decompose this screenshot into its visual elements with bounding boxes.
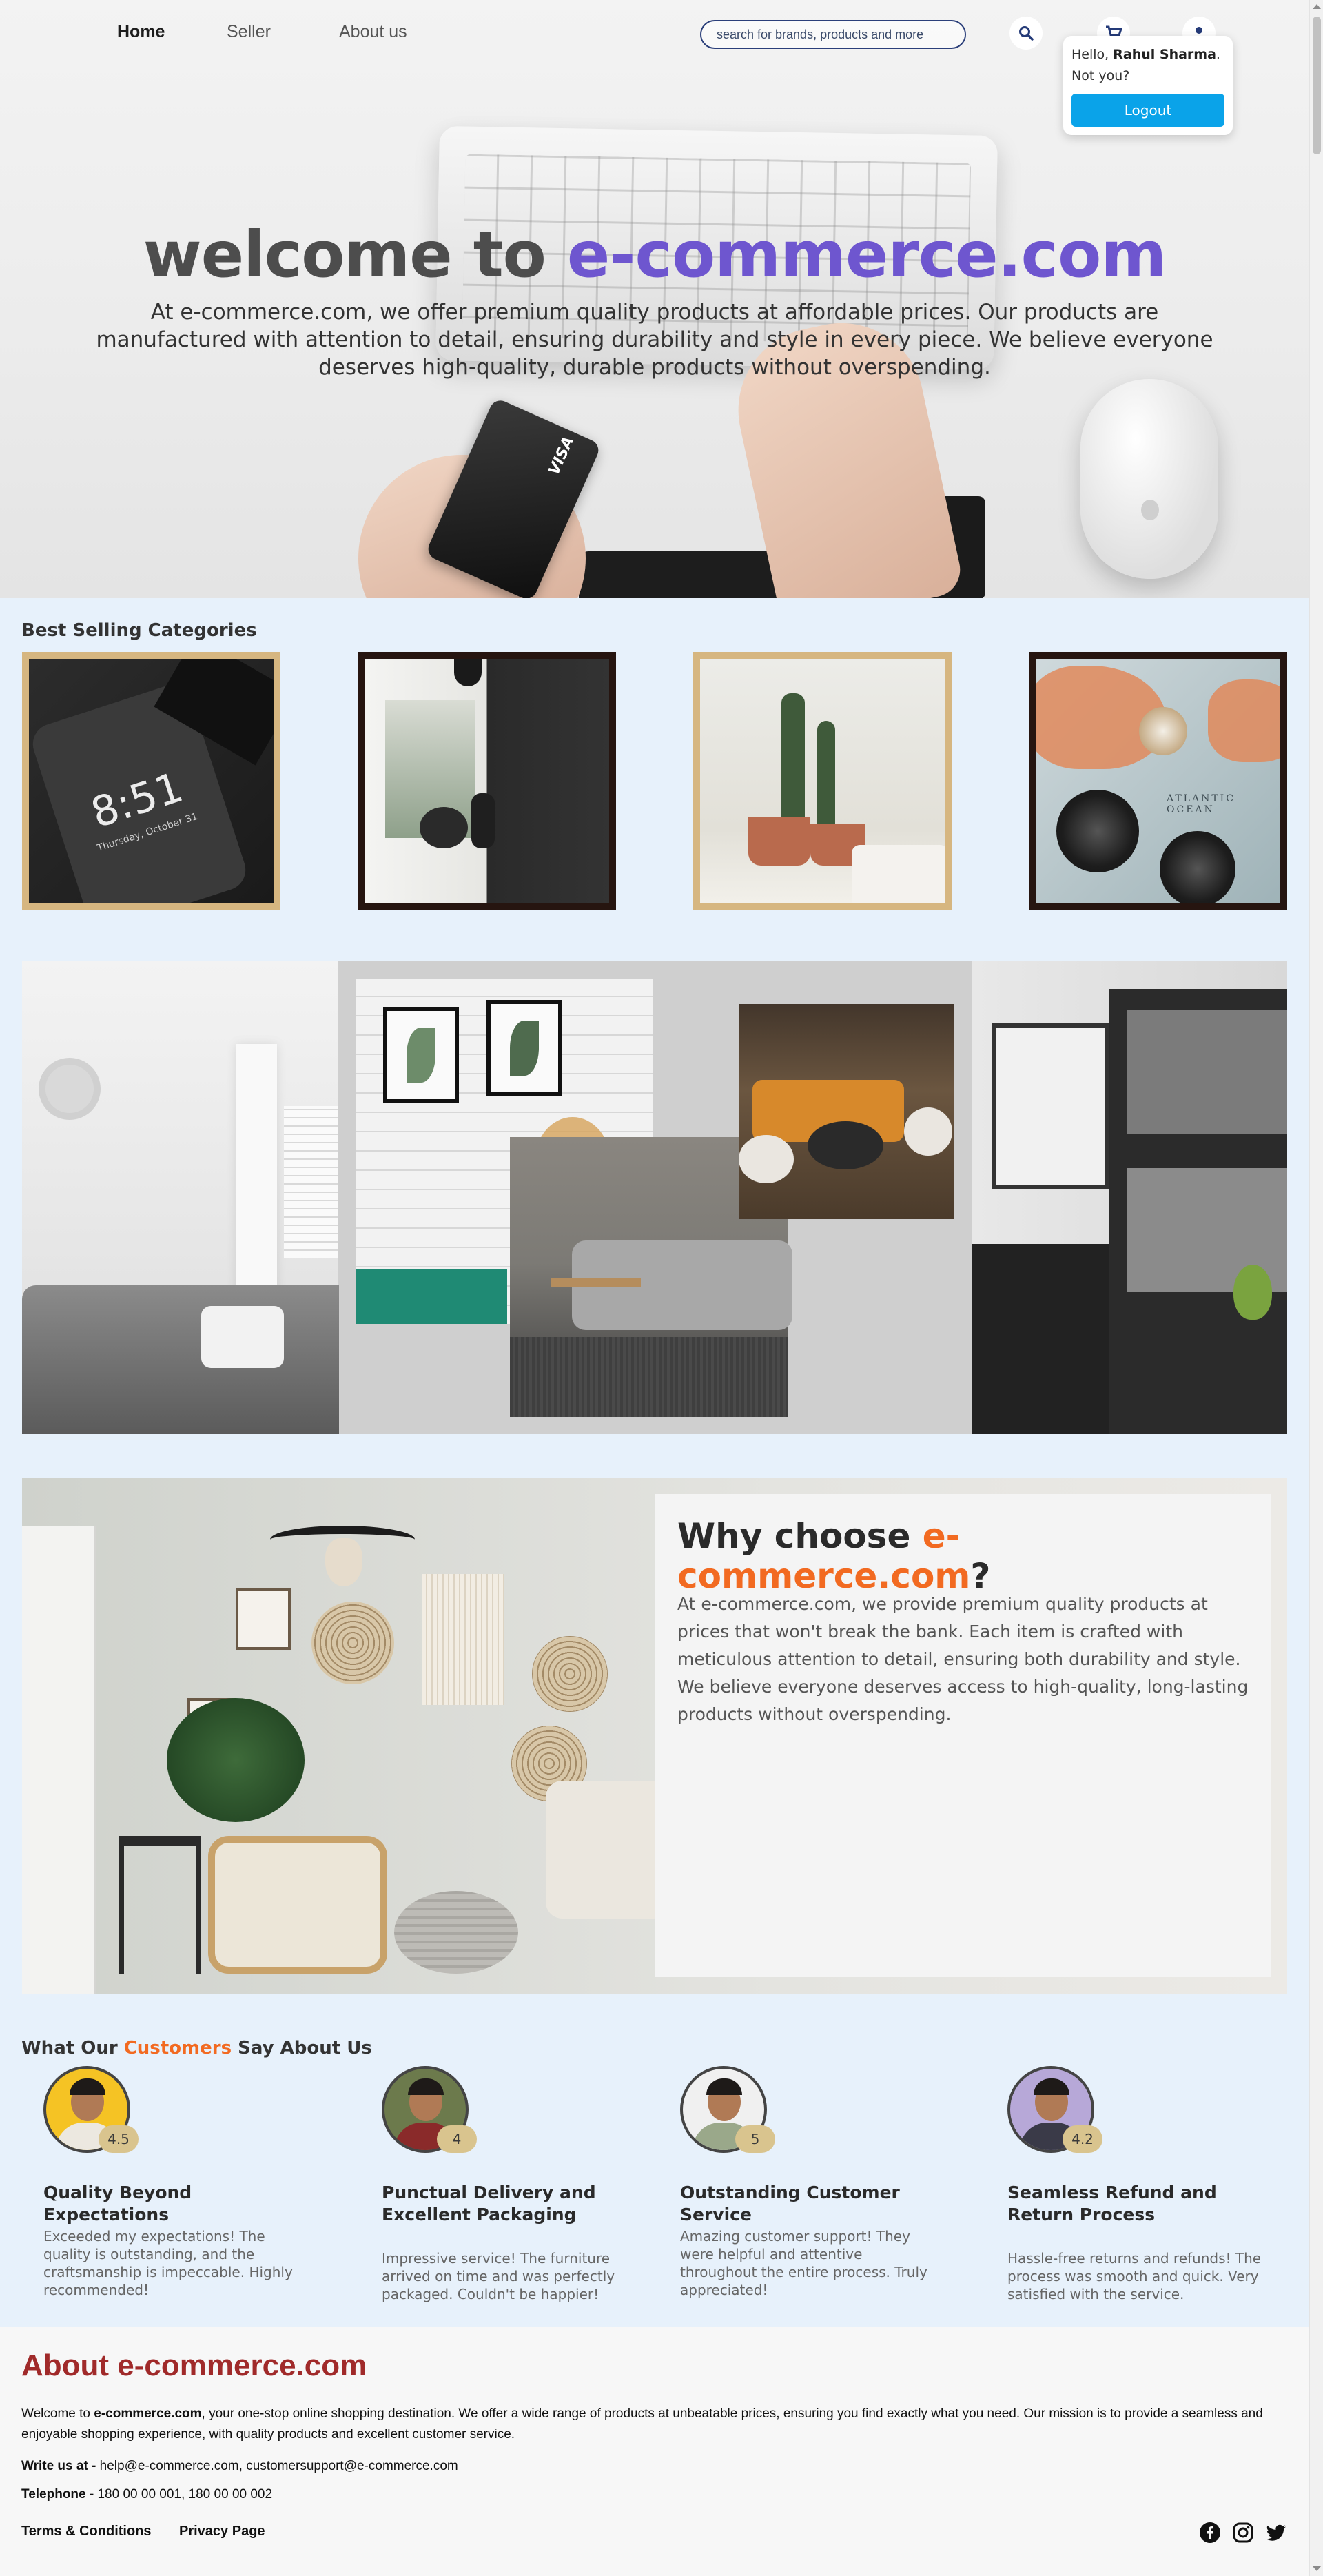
testimonials-highlight: Customers xyxy=(123,2038,232,2058)
scroll-down-arrow-icon[interactable] xyxy=(1313,2566,1321,2571)
testimonial-text: Amazing customer support! They were help… xyxy=(680,2228,927,2298)
sofa-image xyxy=(852,845,945,903)
orange-sofa-image xyxy=(739,1004,954,1219)
wall-frame xyxy=(236,1588,291,1650)
compass-image xyxy=(1139,707,1187,755)
why-choose-body: At e-commerce.com, we provide premium qu… xyxy=(677,1594,1249,1724)
category-card-electronics[interactable]: 8:51 Thursday, October 31 xyxy=(22,652,280,910)
about-text: Welcome to e-commerce.com, your one-stop… xyxy=(21,2406,1263,2442)
testimonial-text: Hassle-free returns and refunds! The pro… xyxy=(1007,2250,1262,2302)
pot-image xyxy=(748,817,810,866)
vase-image xyxy=(420,807,468,848)
why-choose-panel: Why choose e-commerce.com? At e-commerce… xyxy=(655,1494,1271,1977)
interior-collage xyxy=(22,961,1287,1434)
twitter-icon[interactable] xyxy=(1265,2522,1287,2544)
wall-plate xyxy=(532,1636,608,1712)
side-table-image xyxy=(119,1836,201,1974)
cactus-image xyxy=(781,693,805,824)
vase-tall-image xyxy=(471,793,495,848)
page-scrollbar[interactable] xyxy=(1309,0,1323,2576)
pouf-image xyxy=(394,1891,518,1974)
search-icon xyxy=(1019,26,1034,41)
sofa-image xyxy=(546,1781,670,1919)
contact-email: Write us at - help@e-commerce.com, custo… xyxy=(21,2459,458,2473)
camera-lens-image xyxy=(1056,790,1139,872)
cactus-image xyxy=(817,721,835,824)
telephone-values: 180 00 00 001, 180 00 00 002 xyxy=(97,2487,273,2502)
scrollbar-thumb[interactable] xyxy=(1313,17,1321,154)
wall-plate xyxy=(311,1602,394,1684)
nav-about-link[interactable]: About us xyxy=(339,22,407,42)
rating-badge: 4.5 xyxy=(99,2125,139,2153)
terms-link[interactable]: Terms & Conditions xyxy=(21,2524,152,2539)
rating-badge: 4 xyxy=(437,2125,477,2153)
mouse-image xyxy=(1080,379,1218,579)
door-image xyxy=(22,1526,96,1994)
testimonial-text: Exceeded my expectations! The quality is… xyxy=(43,2228,293,2298)
privacy-link[interactable]: Privacy Page xyxy=(179,2524,265,2539)
shelf-room-image xyxy=(972,961,1287,1434)
search-button[interactable] xyxy=(1009,17,1043,50)
scroll-up-arrow-icon[interactable] xyxy=(1313,4,1321,9)
category-card-home-decor[interactable] xyxy=(358,652,616,910)
rating-badge: 5 xyxy=(735,2125,775,2153)
macrame-decor xyxy=(422,1574,504,1705)
not-you-text: Not you? xyxy=(1071,68,1130,83)
nav-seller-link[interactable]: Seller xyxy=(227,22,271,42)
skull-decor xyxy=(325,1538,362,1586)
plant-image xyxy=(167,1698,305,1822)
instagram-icon[interactable] xyxy=(1232,2522,1254,2544)
testimonial-title: Quality Beyond Expectations xyxy=(43,2183,192,2225)
testimonial-title: Punctual Delivery and Excellent Packagin… xyxy=(382,2183,596,2225)
lens-cap-image xyxy=(1160,831,1235,903)
best-selling-title: Best Selling Categories xyxy=(21,620,257,641)
category-card-plants[interactable] xyxy=(693,652,952,910)
facebook-icon[interactable] xyxy=(1199,2522,1221,2544)
hero-title: welcome to e-commerce.com xyxy=(143,218,1167,292)
map-land-image xyxy=(1208,679,1280,762)
testimonial-title: Seamless Refund and Return Process xyxy=(1007,2183,1217,2225)
nav-home-link[interactable]: Home xyxy=(117,22,165,42)
footer: About e-commerce.com Welcome to e-commer… xyxy=(0,2327,1309,2576)
testimonial-text: Impressive service! The furniture arrive… xyxy=(382,2250,615,2302)
testimonial-title: Outstanding Customer Service xyxy=(680,2183,900,2225)
hero-banner: VISA Home Seller About us Hel xyxy=(0,0,1309,598)
logout-button[interactable]: Logout xyxy=(1071,94,1224,127)
testimonials-title: What Our Customers Say About Us xyxy=(21,2038,372,2058)
living-room-image xyxy=(22,961,339,1434)
search-input[interactable] xyxy=(700,20,966,49)
about-title: About e-commerce.com xyxy=(21,2349,367,2382)
user-name: Rahul Sharma xyxy=(1113,47,1216,62)
hero-brand: e-commerce.com xyxy=(566,218,1167,292)
why-choose-section: Why choose e-commerce.com? At e-commerce… xyxy=(22,1478,1287,1994)
why-choose-title: Why choose e-commerce.com? xyxy=(677,1516,991,1596)
user-popup: Hello, Rahul Sharma. Not you? Logout xyxy=(1063,36,1233,135)
pouch-image xyxy=(579,551,779,598)
category-card-accessories[interactable]: ATLANTIC OCEAN xyxy=(1029,652,1287,910)
map-ocean-label: ATLANTIC OCEAN xyxy=(1167,793,1235,815)
card-brand-label: VISA xyxy=(545,433,578,478)
hero-description: At e-commerce.com, we offer premium qual… xyxy=(96,300,1213,380)
lamp-image xyxy=(454,659,482,686)
contact-telephone: Telephone - 180 00 00 001, 180 00 00 002 xyxy=(21,2487,273,2502)
rating-badge: 4.2 xyxy=(1063,2125,1102,2153)
email-values: help@e-commerce.com, customersupport@e-c… xyxy=(99,2459,458,2473)
user-greeting: Hello, Rahul Sharma. Not you? xyxy=(1071,44,1226,87)
armchair-image xyxy=(208,1836,387,1974)
